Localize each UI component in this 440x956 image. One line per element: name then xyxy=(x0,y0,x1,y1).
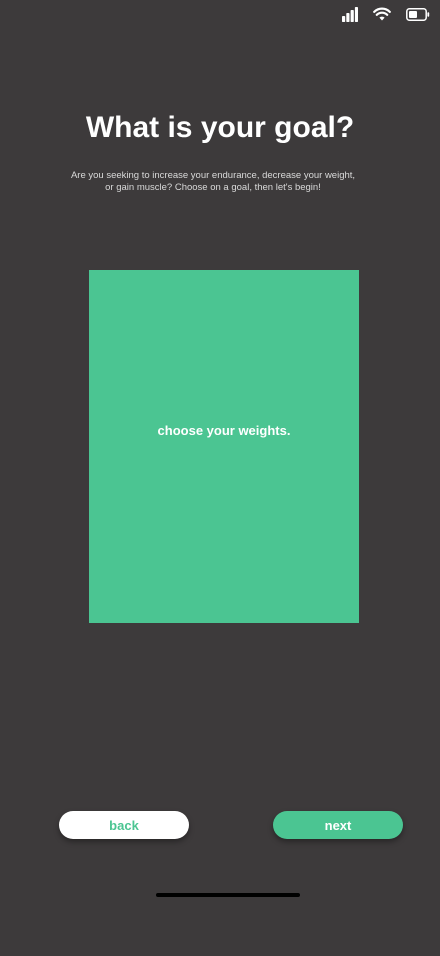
battery-icon xyxy=(406,7,430,21)
subtitle-line-2: or gain muscle? Choose on a goal, then l… xyxy=(105,182,321,193)
page-title: What is your goal? xyxy=(85,111,355,144)
home-indicator[interactable] xyxy=(156,893,300,897)
goal-card-label: choose your weights. xyxy=(157,423,291,438)
status-bar xyxy=(342,4,430,24)
page-subtitle: Are you seeking to increase your enduran… xyxy=(40,170,386,194)
back-button[interactable]: back xyxy=(59,811,189,839)
goal-card[interactable]: choose your weights. xyxy=(89,270,359,623)
next-button[interactable]: next xyxy=(273,811,403,839)
wifi-icon xyxy=(373,7,391,21)
cellular-signal-icon xyxy=(342,6,358,22)
subtitle-line-1: Are you seeking to increase your enduran… xyxy=(70,170,356,181)
